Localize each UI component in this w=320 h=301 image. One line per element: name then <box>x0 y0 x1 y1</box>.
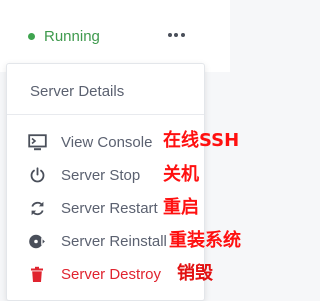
trash-icon <box>27 264 47 284</box>
menu-item-label: Server Stop <box>61 166 141 184</box>
power-icon <box>27 165 47 185</box>
menu-item-server-restart[interactable]: Server Restart <box>7 194 167 222</box>
annotation-console: 在线SSH <box>163 130 240 151</box>
server-card: Running <box>0 0 230 72</box>
annotation-destroy: 销毁 <box>177 263 213 284</box>
restart-icon <box>27 198 47 218</box>
more-options-button[interactable] <box>164 26 188 44</box>
menu-item-label: Server Reinstall <box>61 232 167 250</box>
annotation-stop: 关机 <box>163 164 199 185</box>
dot-icon <box>174 33 178 37</box>
menu-divider <box>7 114 204 115</box>
dot-icon <box>167 33 172 37</box>
menu-header: Server Details <box>30 83 125 100</box>
dot-icon <box>180 33 185 37</box>
menu-item-label: Server Restart <box>61 199 158 217</box>
server-status: Running <box>28 28 100 45</box>
menu-item-label: Server Destroy <box>61 265 162 283</box>
menu-item-view-console[interactable]: View Console <box>7 128 157 156</box>
monitor-icon <box>27 132 47 152</box>
status-label: Running <box>44 28 100 45</box>
menu-item-server-destroy[interactable]: Server Destroy <box>7 260 167 288</box>
menu-item-server-reinstall[interactable]: Server Reinstall <box>7 227 171 255</box>
menu-item-server-stop[interactable]: Server Stop <box>7 161 157 189</box>
menu-item-label: View Console <box>61 133 153 151</box>
annotation-reinstall: 重装系统 <box>169 230 241 251</box>
annotation-restart: 重启 <box>163 197 199 218</box>
status-dot <box>28 33 35 40</box>
disc-icon <box>27 231 47 251</box>
